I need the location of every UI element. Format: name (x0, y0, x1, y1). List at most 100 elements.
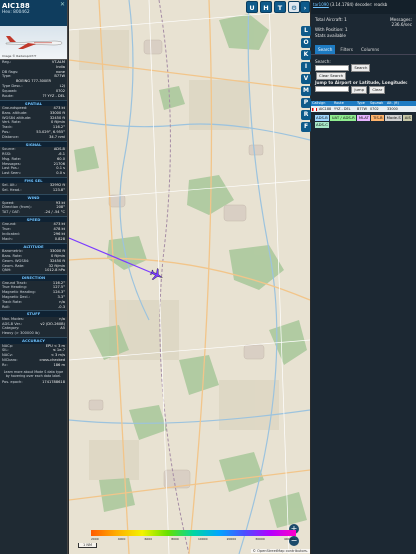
source-legend-item[interactable]: AIS (403, 114, 413, 121)
row-value: ?? YYZ - DEL (42, 93, 65, 98)
india-flag-icon (312, 107, 317, 111)
callsign-title: AIC188 (2, 2, 30, 10)
photo-credit: Image © Radarspot??? (2, 54, 37, 58)
info-row: Sel. Head.: 123.8° (0, 188, 67, 193)
cell-route: YYZ - DEL (334, 107, 351, 112)
map-view[interactable]: U H T ⚙ + − 2000 4000 6000 8000 10000 20000 30… (69, 0, 310, 554)
row-value: -0.3 (57, 304, 65, 309)
settings-gear-icon[interactable]: ⚙ (288, 1, 300, 13)
total-aircraft: Total Aircraft: 1 (315, 17, 347, 22)
app-root: AIC188 Hex: 800462 ✕ Image © Radarspot??… (0, 0, 416, 554)
info-header: AIC188 Hex: 800462 ✕ (0, 0, 67, 26)
row-key: Roll: (2, 304, 10, 309)
altitude-label: 40000+ (283, 537, 296, 541)
map-attribution[interactable]: © OpenStreetMap contributors. (250, 549, 310, 553)
info-row: Last Seen: 0.0 s (0, 171, 67, 176)
row-key: Route: (2, 93, 14, 98)
row-value: -24 / -54 °C (44, 210, 65, 215)
search-button[interactable]: Search (351, 64, 371, 73)
map-canvas (69, 0, 310, 554)
jump-button[interactable]: Jump (351, 85, 367, 94)
altitude-label: 30000 (255, 537, 265, 541)
jump-input[interactable] (315, 86, 349, 93)
clear-search-button[interactable]: Clear Search (316, 72, 347, 81)
row-value: 34.7 nmi (49, 134, 65, 139)
map-button-h[interactable]: H (260, 1, 272, 13)
altitude-legend-labels: 2000 4000 6000 8000 10000 20000 30000 40000+ (91, 537, 296, 541)
map-option-button[interactable]: I (301, 62, 311, 72)
row-value: 123.8° (52, 188, 65, 193)
search-block: Search: Search Clear Search Jump to Airp… (311, 55, 416, 98)
map-option-button[interactable]: F (301, 122, 311, 132)
map-option-button[interactable]: V (301, 74, 311, 84)
cell-type: B77W (357, 107, 367, 112)
row-value: B77W (54, 74, 65, 79)
map-option-button[interactable]: L (301, 26, 311, 36)
messages-rate: 236.6/sec (391, 22, 412, 28)
row-value: A5 (60, 326, 65, 331)
altitude-label: 4000 (117, 537, 126, 541)
map-option-button[interactable]: R (301, 110, 311, 120)
version-bar: tar1090 (3.14.1784) decoder: readsb (311, 0, 416, 14)
row-key: QNH: (2, 268, 12, 273)
altitude-label: 8000 (171, 537, 179, 541)
collapse-panel-chevron-icon[interactable]: › (300, 1, 310, 13)
type-rows: Type Desc.: L2J Squawk: 0702 Route:?? YYZ - … (0, 84, 67, 98)
row-key: Distance: (2, 134, 19, 139)
row-key: Pos. epoch: (2, 380, 23, 385)
row-key: Type: (2, 74, 12, 79)
info-row: Heavy (> 300000 lb) (0, 331, 67, 336)
row-key: Rc: (2, 362, 8, 367)
info-row: QNH: 1012.8 hPa (0, 268, 67, 273)
close-icon[interactable]: ✕ (60, 1, 65, 8)
map-option-button[interactable]: M (301, 86, 311, 96)
info-row: TAT / OAT: -24 / -54 °C (0, 210, 67, 215)
tar1090-link[interactable]: tar1090 (313, 2, 329, 7)
altitude-label: 2000 (91, 537, 99, 541)
cell-squawk: 0702 (370, 107, 379, 112)
row-value: 1012.8 hPa (44, 268, 65, 273)
altitude-label: 10000 (197, 537, 208, 541)
aircraft-photo[interactable]: Image © Radarspot??? (0, 26, 67, 60)
search-input[interactable] (315, 64, 349, 71)
source-legend-item[interactable]: ADS-C (314, 121, 330, 128)
map-option-button[interactable]: O (301, 38, 311, 48)
version-text: (3.14.1784) decoder: readsb (330, 2, 388, 7)
info-row: Distance: 34.7 nmi (0, 135, 67, 140)
source-legend-item[interactable]: MLAT (357, 114, 371, 121)
tab-columns[interactable]: Columns (358, 45, 382, 54)
map-option-button[interactable]: K (301, 50, 311, 60)
clear-jump-button[interactable]: Clear (369, 85, 386, 94)
map-button-t[interactable]: T (274, 1, 286, 13)
map-scale-bar: 1 NM (78, 543, 97, 548)
tab-filters[interactable]: Filters (337, 45, 356, 54)
hex-label: Hex: 800462 (2, 10, 30, 15)
altitude-label: 6000 (144, 537, 153, 541)
row-value: 0.828 (54, 236, 65, 241)
source-legend: ADS-B UAT / ADS-R MLAT TIS-B Mode-S AIS ADS-C (311, 112, 416, 130)
cell-callsign: AIC188 (319, 107, 332, 112)
tab-search[interactable]: Search (315, 44, 336, 54)
altitude-label: 20000 (226, 537, 237, 541)
info-note: Learn more about Mode S data type by hov… (3, 369, 64, 378)
registration-rows: Reg.: VT-ALM India DB flags: none Type: B77W (0, 60, 67, 79)
info-row: Route: ?? YYZ - DEL (0, 94, 67, 99)
map-option-button[interactable]: P (301, 98, 311, 108)
table-row[interactable]: AIC188 YYZ - DEL B77W 0702 33000 (311, 106, 416, 113)
source-legend-item[interactable]: UAT / ADS-R (330, 114, 357, 121)
stats-available[interactable]: Stats available (315, 33, 412, 38)
row-value: 0.0 s (56, 171, 65, 176)
source-legend-item[interactable]: ADS-B (314, 114, 330, 121)
source-legend-item[interactable]: TIS-B (371, 114, 385, 121)
row-value: 1741788618 (42, 380, 65, 385)
info-row: Roll: -0.3 (0, 305, 67, 310)
airplane-photo-icon (5, 36, 63, 49)
row-key: Heavy (> 300000 lb) (2, 331, 40, 336)
row-key: TAT / OAT: (2, 210, 20, 215)
source-legend-item[interactable]: Mode-S (385, 114, 403, 121)
stats-block: Total Aircraft: 1 Messages: 236.6/sec Wi… (311, 14, 416, 41)
pos-epoch-row: Pos. epoch: 1741788618 (0, 380, 67, 385)
panel-tabs: Search Filters Columns (311, 44, 416, 55)
altitude-color-bar (91, 530, 296, 536)
map-button-u[interactable]: U (246, 1, 258, 13)
